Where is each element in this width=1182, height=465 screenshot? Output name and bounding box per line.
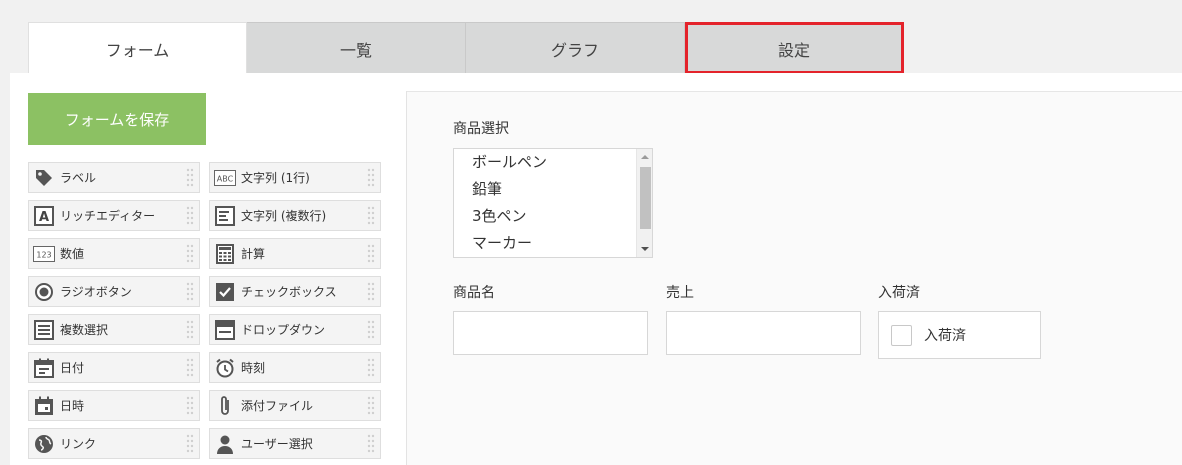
- tab-bar: フォーム 一覧 グラフ 設定: [28, 22, 904, 75]
- drag-handle-icon[interactable]: [185, 395, 195, 417]
- datetime-icon: [33, 395, 55, 417]
- drag-handle-icon[interactable]: [366, 205, 376, 227]
- palette-item-datetime[interactable]: 日時: [28, 390, 200, 421]
- number-icon: 123: [33, 243, 55, 265]
- product-name-label: 商品名: [453, 285, 495, 301]
- drag-handle-icon[interactable]: [185, 205, 195, 227]
- svg-text:123: 123: [36, 250, 51, 259]
- palette-item-multi-select[interactable]: 複数選択: [28, 314, 200, 345]
- received-label: 入荷済: [878, 285, 920, 301]
- palette-item-text: 文字列 (1行): [241, 171, 310, 185]
- palette-item-text: ラベル: [60, 171, 97, 185]
- tab-settings[interactable]: 設定: [685, 22, 904, 74]
- drag-handle-icon[interactable]: [366, 243, 376, 265]
- received-checkbox[interactable]: [891, 324, 912, 346]
- form-canvas: 商品選択 ボールペン 鉛筆 3色ペン マーカー 商品名 売上 入荷済 入荷済: [407, 91, 1182, 465]
- field-palette-pane: フォームを保存 ラベル ABC 文字列 (1行) A リッチエディター 文字列 …: [10, 73, 406, 465]
- palette-item-rich-editor[interactable]: A リッチエディター: [28, 200, 200, 231]
- svg-text:A: A: [39, 210, 49, 225]
- palette-item-text: ユーザー選択: [241, 437, 313, 451]
- palette-item-text: 計算: [241, 247, 266, 261]
- drag-handle-icon[interactable]: [185, 243, 195, 265]
- palette-item-text: ラジオボタン: [60, 285, 132, 299]
- palette-item-text: 数値: [60, 247, 85, 261]
- user-icon: [214, 433, 236, 455]
- product-name-input[interactable]: [453, 311, 648, 355]
- abc-text-icon: ABC: [214, 167, 236, 189]
- listbox-option[interactable]: ボールペン: [454, 149, 652, 176]
- tab-graph[interactable]: グラフ: [466, 22, 685, 74]
- palette-item-multi-line-text[interactable]: 文字列 (複数行): [209, 200, 381, 231]
- drag-handle-icon[interactable]: [366, 433, 376, 455]
- palette-item-time[interactable]: 時刻: [209, 352, 381, 383]
- tag-icon: [33, 167, 55, 189]
- paperclip-icon: [214, 395, 236, 417]
- form-editor-panel: フォームを保存 ラベル ABC 文字列 (1行) A リッチエディター 文字列 …: [10, 73, 1182, 465]
- field-palette: ラベル ABC 文字列 (1行) A リッチエディター 文字列 (複数行) 12…: [28, 162, 381, 459]
- palette-item-link[interactable]: リンク: [28, 428, 200, 459]
- listbox-option[interactable]: 3色ペン: [454, 203, 652, 230]
- product-select-listbox[interactable]: ボールペン 鉛筆 3色ペン マーカー: [453, 148, 653, 258]
- drag-handle-icon[interactable]: [366, 357, 376, 379]
- tab-form[interactable]: フォーム: [28, 22, 247, 75]
- alarm-clock-icon: [214, 357, 236, 379]
- scroll-down-arrow-icon[interactable]: [641, 247, 649, 251]
- drag-handle-icon[interactable]: [185, 319, 195, 341]
- palette-item-text: 添付ファイル: [241, 399, 314, 413]
- drag-handle-icon[interactable]: [185, 357, 195, 379]
- dropdown-icon: [214, 319, 236, 341]
- palette-item-text: 複数選択: [60, 323, 109, 337]
- palette-item-text: リンク: [60, 437, 97, 451]
- listbox-option[interactable]: 鉛筆: [454, 176, 652, 203]
- drag-handle-icon[interactable]: [366, 319, 376, 341]
- palette-item-dropdown[interactable]: ドロップダウン: [209, 314, 381, 345]
- received-checkbox-group: 入荷済: [878, 311, 1041, 359]
- palette-item-date[interactable]: 日付: [28, 352, 200, 383]
- calculator-icon: [214, 243, 236, 265]
- palette-item-attachment[interactable]: 添付ファイル: [209, 390, 381, 421]
- drag-handle-icon[interactable]: [185, 281, 195, 303]
- received-checkbox-label[interactable]: 入荷済: [924, 325, 966, 345]
- palette-item-label[interactable]: ラベル: [28, 162, 200, 193]
- drag-handle-icon[interactable]: [185, 433, 195, 455]
- drag-handle-icon[interactable]: [366, 167, 376, 189]
- drag-handle-icon[interactable]: [366, 281, 376, 303]
- multi-select-icon: [33, 319, 55, 341]
- globe-icon: [33, 433, 55, 455]
- multiline-text-icon: [214, 205, 236, 227]
- svg-text:ABC: ABC: [217, 174, 234, 183]
- palette-item-text: ドロップダウン: [241, 323, 326, 337]
- palette-item-text: 日付: [60, 361, 85, 375]
- tab-list[interactable]: 一覧: [247, 22, 466, 74]
- palette-item-number[interactable]: 123 数値: [28, 238, 200, 269]
- palette-item-text: 日時: [60, 399, 85, 413]
- scroll-up-arrow-icon[interactable]: [641, 155, 649, 159]
- palette-item-checkbox[interactable]: チェックボックス: [209, 276, 381, 307]
- save-form-button[interactable]: フォームを保存: [28, 93, 206, 145]
- palette-item-text: リッチエディター: [60, 209, 156, 223]
- palette-item-user-select[interactable]: ユーザー選択: [209, 428, 381, 459]
- listbox-scrollbar[interactable]: [636, 149, 652, 257]
- calendar-icon: [33, 357, 55, 379]
- palette-item-text: チェックボックス: [241, 285, 337, 299]
- scrollbar-thumb[interactable]: [640, 167, 651, 229]
- sales-label: 売上: [666, 285, 694, 301]
- sales-input[interactable]: [666, 311, 861, 355]
- radio-icon: [33, 281, 55, 303]
- palette-item-text: 文字列 (複数行): [241, 209, 327, 223]
- checkbox-icon: [214, 281, 236, 303]
- drag-handle-icon[interactable]: [366, 395, 376, 417]
- palette-item-single-line-text[interactable]: ABC 文字列 (1行): [209, 162, 381, 193]
- palette-item-text: 時刻: [241, 361, 266, 375]
- palette-item-radio[interactable]: ラジオボタン: [28, 276, 200, 307]
- rich-editor-icon: A: [33, 205, 55, 227]
- drag-handle-icon[interactable]: [185, 167, 195, 189]
- product-select-label: 商品選択: [453, 121, 509, 137]
- palette-item-calc[interactable]: 計算: [209, 238, 381, 269]
- listbox-option[interactable]: マーカー: [454, 230, 652, 257]
